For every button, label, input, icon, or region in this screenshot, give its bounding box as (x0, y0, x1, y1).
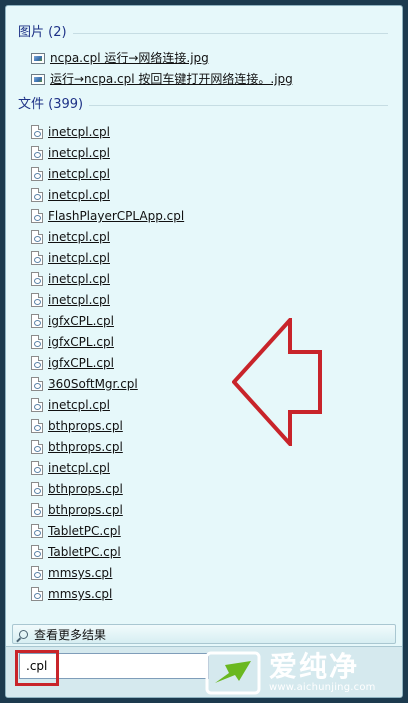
cpl-file-icon (31, 503, 43, 517)
result-item-label: igfxCPL.cpl (48, 356, 114, 370)
watermark-url: www.aichunjing.com (269, 682, 376, 693)
cpl-file-icon (31, 251, 43, 265)
result-item[interactable]: inetcpl.cpl (31, 185, 110, 205)
see-more-results-label: 查看更多结果 (34, 627, 107, 642)
cpl-file-icon (31, 545, 43, 559)
result-item-label: bthprops.cpl (48, 419, 123, 433)
result-item[interactable]: inetcpl.cpl (31, 458, 110, 478)
result-item[interactable]: inetcpl.cpl (31, 143, 110, 163)
cpl-file-icon (31, 440, 43, 454)
group-header-files-label: 文件 (399) (18, 97, 90, 112)
result-item-label: bthprops.cpl (48, 482, 123, 496)
image-file-icon (31, 52, 45, 64)
cpl-file-icon (31, 293, 43, 307)
result-item-label: 360SoftMgr.cpl (48, 377, 138, 391)
aichunjing-logo-icon (205, 651, 261, 695)
result-item-label: inetcpl.cpl (48, 188, 110, 202)
result-item[interactable]: TabletPC.cpl (31, 542, 121, 562)
cpl-file-icon (31, 335, 43, 349)
cpl-file-icon (31, 272, 43, 286)
cpl-file-icon (31, 524, 43, 538)
left-arrow-annotation-icon (232, 318, 322, 446)
result-item-label: mmsys.cpl (48, 566, 113, 580)
result-item-label: inetcpl.cpl (48, 461, 110, 475)
result-item-label: TabletPC.cpl (48, 524, 121, 538)
result-item[interactable]: bthprops.cpl (31, 500, 123, 520)
watermark: 爱纯净 www.aichunjing.com (205, 647, 403, 699)
result-item[interactable]: bthprops.cpl (31, 416, 123, 436)
cpl-file-icon (31, 566, 43, 580)
group-header-pictures[interactable]: 图片 (2) (18, 23, 388, 43)
search-input-highlight (15, 650, 59, 686)
result-item-label: inetcpl.cpl (48, 167, 110, 181)
result-item-label: igfxCPL.cpl (48, 335, 114, 349)
result-item[interactable]: FlashPlayerCPLApp.cpl (31, 206, 184, 226)
result-item-label: igfxCPL.cpl (48, 314, 114, 328)
cpl-file-icon (31, 167, 43, 181)
result-item[interactable]: bthprops.cpl (31, 479, 123, 499)
result-item-label: inetcpl.cpl (48, 398, 110, 412)
cpl-file-icon (31, 461, 43, 475)
cpl-file-icon (31, 356, 43, 370)
cpl-file-icon (31, 587, 43, 601)
result-item[interactable]: inetcpl.cpl (31, 290, 110, 310)
result-item-label: inetcpl.cpl (48, 146, 110, 160)
result-item-label: ncpa.cpl 运行→网络连接.jpg (50, 51, 209, 65)
result-item-label: FlashPlayerCPLApp.cpl (48, 209, 185, 223)
cpl-file-icon (31, 146, 43, 160)
results-list: 图片 (2) ncpa.cpl 运行→网络连接.jpg 运行→ncpa.cpl 按… (6, 6, 402, 622)
cpl-file-icon (31, 482, 43, 496)
result-item[interactable]: igfxCPL.cpl (31, 332, 114, 352)
result-item[interactable]: inetcpl.cpl (31, 248, 110, 268)
result-item-label: inetcpl.cpl (48, 251, 110, 265)
cpl-file-icon (31, 398, 43, 412)
result-item-label: 运行→ncpa.cpl 按回车键打开网络连接。.jpg (50, 72, 293, 86)
result-item-label: inetcpl.cpl (48, 293, 110, 307)
result-item[interactable]: 360SoftMgr.cpl (31, 374, 138, 394)
group-header-pictures-label: 图片 (2) (18, 25, 73, 40)
result-item[interactable]: inetcpl.cpl (31, 269, 110, 289)
result-item[interactable]: inetcpl.cpl (31, 164, 110, 184)
result-item[interactable]: inetcpl.cpl (31, 227, 110, 247)
cpl-file-icon (31, 188, 43, 202)
see-more-results-button[interactable]: 查看更多结果 (12, 624, 396, 644)
result-item[interactable]: igfxCPL.cpl (31, 353, 114, 373)
search-icon (19, 629, 28, 639)
result-item-label: inetcpl.cpl (48, 125, 110, 139)
cpl-file-icon (31, 377, 43, 391)
result-item[interactable]: inetcpl.cpl (31, 395, 110, 415)
result-item[interactable]: igfxCPL.cpl (31, 311, 114, 331)
result-item[interactable]: mmsys.cpl (31, 584, 112, 604)
result-item[interactable]: 运行→ncpa.cpl 按回车键打开网络连接。.jpg (31, 69, 293, 89)
result-item-label: TabletPC.cpl (48, 545, 121, 559)
group-divider (18, 33, 388, 34)
cpl-file-icon (31, 209, 43, 223)
start-menu-search-results: 图片 (2) ncpa.cpl 运行→网络连接.jpg 运行→ncpa.cpl 按… (5, 5, 403, 698)
watermark-title: 爱纯净 (269, 650, 360, 683)
group-header-files[interactable]: 文件 (399) (18, 95, 388, 115)
result-item-label: inetcpl.cpl (48, 272, 110, 286)
result-item[interactable]: ncpa.cpl 运行→网络连接.jpg (31, 48, 209, 68)
cpl-file-icon (31, 125, 43, 139)
cpl-file-icon (31, 230, 43, 244)
result-item[interactable]: mmsys.cpl (31, 563, 112, 583)
result-item[interactable]: inetcpl.cpl (31, 122, 110, 142)
cpl-file-icon (31, 419, 43, 433)
cpl-file-icon (31, 314, 43, 328)
result-item-label: bthprops.cpl (48, 503, 123, 517)
result-item[interactable]: TabletPC.cpl (31, 521, 121, 541)
result-item-label: bthprops.cpl (48, 440, 123, 454)
result-item-label: mmsys.cpl (48, 587, 113, 601)
result-item-label: inetcpl.cpl (48, 230, 110, 244)
result-item[interactable]: bthprops.cpl (31, 437, 123, 457)
image-file-icon (31, 73, 45, 85)
